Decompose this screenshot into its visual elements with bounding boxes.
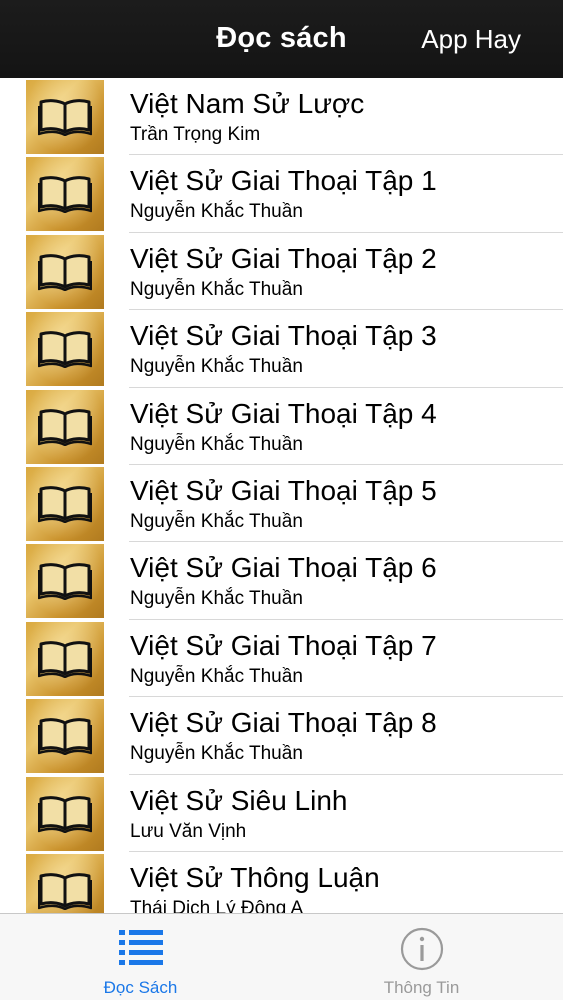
book-author: Trần Trọng Kim <box>130 124 261 145</box>
book-icon <box>38 176 92 214</box>
book-cover <box>26 621 104 696</box>
book-cover <box>26 699 104 774</box>
info-icon <box>398 926 446 979</box>
book-icon <box>38 253 92 291</box>
book-author: Nguyễn Khắc Thuần <box>130 356 303 378</box>
list-item[interactable]: Việt Sử Giai Thoại Tập 6 Nguyễn Khắc Thu… <box>0 542 563 621</box>
book-author: Nguyễn Khắc Thuần <box>130 510 303 532</box>
book-title: Việt Nam Sử Lược <box>130 88 365 119</box>
list-item[interactable]: Việt Sử Giai Thoại Tập 4 Nguyễn Khắc Thu… <box>0 388 563 466</box>
book-cover <box>26 157 104 232</box>
book-icon <box>38 408 92 446</box>
book-title: Việt Sử Siêu Linh <box>130 784 348 816</box>
tab-doc-sach[interactable]: Đọc Sách <box>0 914 281 1000</box>
book-title: Việt Sử Giai Thoại Tập 5 <box>130 474 437 506</box>
book-icon <box>38 563 92 601</box>
book-icon <box>38 873 92 910</box>
tab-thong-tin[interactable]: Thông Tin <box>281 914 562 1000</box>
book-author: Nguyễn Khắc Thuần <box>130 201 303 223</box>
list-item[interactable]: Việt Sử Giai Thoại Tập 2 Nguyễn Khắc Thu… <box>0 233 563 311</box>
book-title: Việt Sử Giai Thoại Tập 2 <box>130 242 437 274</box>
book-icon <box>38 99 92 136</box>
book-icon <box>38 331 92 369</box>
book-author: Nguyễn Khắc Thuần <box>130 588 303 610</box>
tab-bar: Đọc Sách Thông Tin <box>0 913 563 1000</box>
tab-label: Thông Tin <box>383 978 460 997</box>
book-author: Lưu Văn Vịnh <box>130 820 247 842</box>
book-cover <box>26 389 104 464</box>
book-author: Nguyễn Khắc Thuần <box>130 665 303 687</box>
book-cover <box>26 466 104 541</box>
app-hay-button[interactable]: App Hay <box>421 24 521 55</box>
list-item[interactable]: Việt Nam Sử Lược Trần Trọng Kim <box>0 78 563 156</box>
list-item[interactable]: Việt Sử Siêu Linh Lưu Văn Vịnh <box>0 775 563 853</box>
book-title: Việt Sử Giai Thoại Tập 4 <box>130 397 437 429</box>
list-item[interactable]: Việt Sử Giai Thoại Tập 8 Nguyễn Khắc Thu… <box>0 697 563 775</box>
book-title: Việt Sử Giai Thoại Tập 7 <box>130 629 437 661</box>
book-title: Việt Sử Giai Thoại Tập 6 <box>130 552 437 584</box>
book-cover <box>26 776 104 851</box>
book-cover <box>26 234 104 309</box>
list-item[interactable]: Việt Sử Giai Thoại Tập 7 Nguyễn Khắc Thu… <box>0 620 563 698</box>
book-list[interactable]: Việt Nam Sử Lược Trần Trọng Kim Việt Sử … <box>0 78 563 913</box>
book-title: Việt Sử Giai Thoại Tập 8 <box>130 707 437 739</box>
list-item[interactable]: Việt Sử Thông Luận Thái Dịch Lý Đông A <box>0 852 563 913</box>
book-icon <box>38 795 92 833</box>
tab-label: Đọc Sách <box>103 978 178 997</box>
book-cover <box>26 80 104 154</box>
navigation-bar: Đọc sách App Hay <box>0 0 563 78</box>
book-cover <box>26 312 104 387</box>
book-title: Việt Sử Giai Thoại Tập 3 <box>130 320 437 352</box>
list-icon <box>117 926 165 975</box>
book-author: Nguyễn Khắc Thuần <box>130 278 303 300</box>
book-title: Việt Sử Thông Luận <box>130 861 380 893</box>
book-icon <box>38 486 92 523</box>
book-cover <box>26 853 104 913</box>
book-title: Việt Sử Giai Thoại Tập 1 <box>130 165 437 197</box>
book-icon <box>38 640 92 678</box>
book-author: Thái Dịch Lý Đông A <box>130 897 304 913</box>
list-item[interactable]: Việt Sử Giai Thoại Tập 1 Nguyễn Khắc Thu… <box>0 155 563 234</box>
list-item[interactable]: Việt Sử Giai Thoại Tập 5 Nguyễn Khắc Thu… <box>0 465 563 543</box>
book-author: Nguyễn Khắc Thuần <box>130 433 303 455</box>
book-cover <box>26 544 104 619</box>
book-icon <box>38 718 92 756</box>
list-item[interactable]: Việt Sử Giai Thoại Tập 3 Nguyễn Khắc Thu… <box>0 310 563 388</box>
book-author: Nguyễn Khắc Thuần <box>130 743 303 765</box>
